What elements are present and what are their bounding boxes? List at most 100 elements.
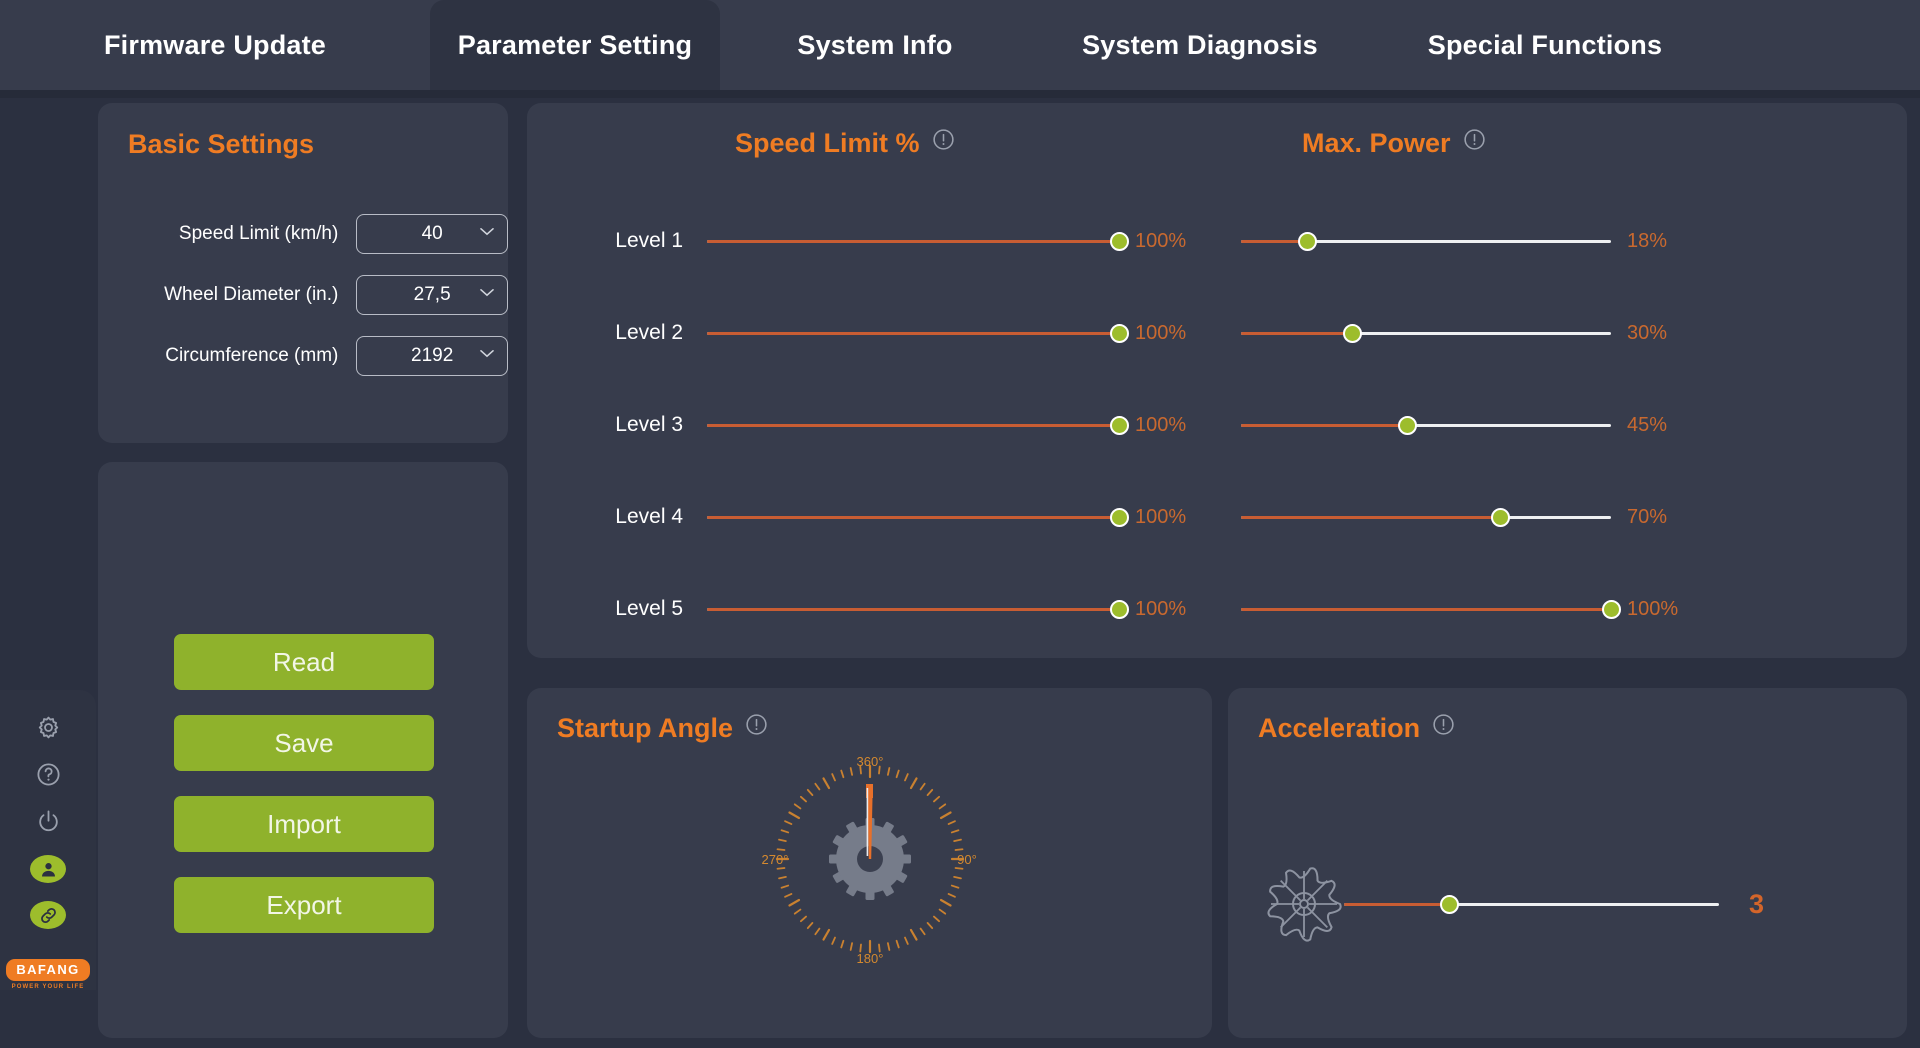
user-account-icon[interactable] (30, 855, 66, 884)
speed-limit-slider[interactable] (707, 320, 1129, 346)
sliders-headers: Speed Limit % Max. Power (527, 127, 1907, 167)
read-button[interactable]: Read (174, 634, 434, 690)
level-label: Level 1 (615, 229, 683, 252)
speed-limit-value: 100% (1135, 229, 1187, 252)
slider-knob[interactable] (1109, 507, 1129, 527)
acceleration-title: Acceleration (1258, 712, 1456, 744)
slider-track-fill (1344, 903, 1449, 906)
power-icon[interactable] (28, 806, 68, 837)
slider-track-fill (707, 332, 1119, 335)
circumference-select[interactable]: 2192 (356, 335, 508, 376)
max-power-slider[interactable] (1241, 412, 1611, 438)
logo-tagline: POWER YOUR LIFE (11, 984, 85, 991)
speed-limit-slider-unit: 100% (707, 320, 1189, 346)
speed-limit-slider[interactable] (707, 504, 1129, 530)
speed-limit-slider-unit: 100% (707, 228, 1189, 254)
slider-track-fill (1241, 332, 1352, 335)
tab-label: Parameter Setting (457, 29, 693, 60)
speed-limit-slider-unit: 100% (707, 596, 1189, 622)
panel-title-text: Max. Power (1302, 127, 1451, 158)
chevron-down-icon (480, 345, 494, 363)
info-exclamation-icon[interactable] (931, 127, 956, 159)
tab-system-info[interactable]: System Info (720, 0, 1030, 90)
angle-dial-graphic[interactable]: 360° 90° 180° 270° (755, 744, 985, 974)
startup-angle-dial[interactable]: 360° 90° 180° 270° (527, 744, 1212, 1034)
tab-parameter-setting[interactable]: Parameter Setting (430, 0, 720, 90)
info-exclamation-icon[interactable] (1431, 712, 1456, 744)
acceleration-slider[interactable] (1344, 891, 1719, 917)
acceleration-value: 3 (1749, 888, 1765, 919)
help-question-icon[interactable] (28, 759, 68, 790)
max-power-value: 30% (1627, 321, 1668, 344)
max-power-slider-unit: 45% (1241, 412, 1681, 438)
slider-knob[interactable] (1342, 323, 1362, 343)
slider-row: Level 1 100% 18% (527, 195, 1907, 287)
levels-sliders-panel: Speed Limit % Max. Power Level 1 100% 18… (527, 103, 1907, 658)
speed-limit-slider[interactable] (707, 596, 1129, 622)
speed-limit-select[interactable]: 40 (356, 213, 508, 254)
speed-limit-slider-unit: 100% (707, 412, 1189, 438)
slider-knob[interactable] (1490, 507, 1510, 527)
basic-settings-panel: Basic Settings Speed Limit (km/h) 40 Whe… (98, 103, 508, 443)
slider-knob[interactable] (1109, 231, 1129, 251)
slider-knob[interactable] (1601, 599, 1621, 619)
slider-knob[interactable] (1298, 231, 1318, 251)
tab-label: System Info (797, 29, 953, 60)
tab-special-functions[interactable]: Special Functions (1370, 0, 1720, 90)
dial-label-right: 90° (957, 852, 977, 867)
max-power-slider[interactable] (1241, 228, 1611, 254)
max-power-slider[interactable] (1241, 504, 1611, 530)
tab-system-diagnosis[interactable]: System Diagnosis (1030, 0, 1370, 90)
max-power-slider-unit: 18% (1241, 228, 1681, 254)
tab-label: Firmware Update (103, 29, 327, 60)
level-label: Level 2 (615, 321, 683, 344)
speed-limit-slider[interactable] (707, 412, 1129, 438)
field-label: Wheel Diameter (in.) (164, 283, 339, 305)
info-exclamation-icon[interactable] (744, 712, 769, 744)
slider-track-fill (1241, 424, 1408, 427)
slider-track-fill (1241, 608, 1611, 611)
field-label: Circumference (mm) (165, 344, 339, 366)
slider-track-fill (1241, 516, 1500, 519)
speed-limit-value: 100% (1135, 505, 1187, 528)
slider-track-fill (707, 424, 1119, 427)
slider-row: Level 4 100% 70% (527, 471, 1907, 563)
max-power-slider[interactable] (1241, 320, 1611, 346)
speed-limit-slider[interactable] (707, 228, 1129, 254)
max-power-slider[interactable] (1241, 596, 1621, 622)
import-button[interactable]: Import (174, 796, 434, 852)
export-button[interactable]: Export (174, 877, 434, 933)
sidebar-icon-rail: BAFANG POWER YOUR LIFE (0, 690, 96, 990)
select-value: 27,5 (413, 283, 451, 305)
max-power-value: 70% (1627, 505, 1668, 528)
tab-label: Special Functions (1427, 29, 1663, 60)
app-window: Firmware Update Parameter Setting System… (0, 0, 1920, 1048)
level-label: Level 5 (615, 597, 683, 620)
info-exclamation-icon[interactable] (1462, 127, 1487, 159)
slider-track-fill (707, 516, 1119, 519)
slider-knob[interactable] (1398, 415, 1417, 435)
startup-angle-title: Startup Angle (557, 712, 769, 744)
logo-brand-text: BAFANG (6, 959, 90, 982)
wheel-diameter-select[interactable]: 27,5 (356, 274, 508, 315)
link-connect-icon[interactable] (30, 901, 66, 930)
field-label: Speed Limit (km/h) (178, 222, 339, 244)
main-tab-bar: Firmware Update Parameter Setting System… (0, 0, 1920, 90)
max-power-slider-unit: 100% (1241, 596, 1681, 622)
save-button[interactable]: Save (174, 715, 434, 771)
chevron-down-icon (480, 223, 494, 241)
dial-label-left: 270° (761, 852, 788, 867)
max-power-value: 45% (1627, 413, 1668, 436)
dial-label-bottom: 180° (856, 951, 883, 966)
actions-panel: Read Save Import Export (98, 462, 508, 1038)
slider-knob[interactable] (1109, 323, 1129, 343)
slider-knob[interactable] (1109, 415, 1129, 435)
settings-gear-icon[interactable] (28, 712, 68, 743)
slider-knob[interactable] (1109, 599, 1129, 619)
tab-firmware-update[interactable]: Firmware Update (0, 0, 430, 90)
slider-knob[interactable] (1439, 894, 1459, 914)
bafang-logo: BAFANG POWER YOUR LIFE (6, 959, 90, 991)
max-power-slider-unit: 30% (1241, 320, 1681, 346)
level-label: Level 4 (615, 505, 683, 528)
slider-track-fill (707, 608, 1119, 611)
